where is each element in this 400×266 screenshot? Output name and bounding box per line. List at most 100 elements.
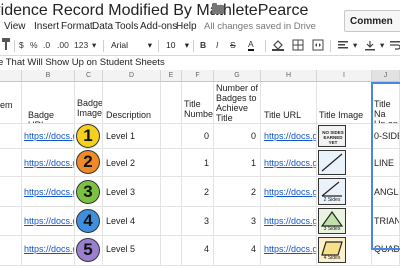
document-title[interactable]: Evidence Record Modified By MathletePear… (0, 0, 308, 22)
decrease-decimal-button[interactable]: .0 (43, 40, 50, 50)
menu-view[interactable]: View (4, 21, 26, 32)
title-name-cell[interactable]: QUADR (372, 236, 400, 266)
title-name-cell[interactable]: LINE (372, 149, 400, 177)
menu-help[interactable]: Help (176, 21, 197, 32)
currency-format-button[interactable]: $ (19, 40, 24, 50)
valign-bottom-icon[interactable] (364, 39, 376, 53)
wrap-text-icon[interactable] (390, 39, 400, 53)
table-cell[interactable] (0, 177, 22, 207)
borders-icon[interactable] (292, 39, 304, 53)
title-number-cell[interactable]: 3 (182, 207, 214, 236)
align-left-icon[interactable] (337, 39, 349, 53)
column-header-h[interactable]: H (261, 70, 317, 82)
title-number-cell[interactable]: 2 (182, 177, 214, 207)
title-number-cell[interactable]: 1 (182, 149, 214, 177)
title-url-cell[interactable]: https://docs.goog (261, 149, 317, 177)
folder-icon[interactable] (212, 3, 224, 14)
column-header-a[interactable] (0, 70, 22, 82)
italic-button[interactable]: I (216, 40, 218, 50)
table-cell[interactable] (161, 177, 182, 207)
badge-image-cell[interactable]: 4 (75, 207, 103, 236)
description-cell[interactable]: Level 4 (103, 207, 161, 236)
title-url-cell[interactable]: https://docs.goog (261, 236, 317, 266)
header-cell-a[interactable]: em (0, 82, 22, 124)
description-cell[interactable]: Level 5 (103, 236, 161, 266)
chevron-down-icon[interactable]: ▾ (353, 40, 357, 51)
badges-needed-cell[interactable]: 3 (214, 207, 261, 236)
header-cell-badge-url[interactable]: Badge URL (22, 82, 75, 124)
chevron-down-icon[interactable]: ▾ (380, 40, 384, 51)
formula-bar-content[interactable]: e That Will Show Up on Student Sheets (0, 57, 165, 68)
menu-format[interactable]: Format (61, 21, 93, 32)
table-cell[interactable] (161, 236, 182, 266)
menu-tools[interactable]: Tools (115, 21, 138, 32)
badge-image-cell[interactable]: 1 (75, 124, 103, 149)
text-color-button[interactable]: A (248, 40, 254, 51)
menu-data[interactable]: Data (92, 21, 113, 32)
badges-needed-cell[interactable]: 1 (214, 149, 261, 177)
title-url-cell[interactable]: https://docs.goog (261, 177, 317, 207)
column-header-e[interactable]: E (161, 70, 182, 82)
font-select[interactable]: Arial ▾ (111, 39, 152, 52)
column-header-d[interactable]: D (103, 70, 161, 82)
column-header-j[interactable]: J (372, 70, 400, 82)
badges-needed-cell[interactable]: 0 (214, 124, 261, 149)
description-cell[interactable]: Level 3 (103, 177, 161, 207)
title-name-cell[interactable]: 0-SIDED (372, 124, 400, 149)
badge-image-cell[interactable]: 3 (75, 177, 103, 207)
badges-needed-cell[interactable]: 4 (214, 236, 261, 266)
header-cell-description[interactable]: Description (103, 82, 161, 124)
header-cell-title-url[interactable]: Title URL (261, 82, 317, 124)
badge-url-cell[interactable]: https://docs.goog (22, 177, 75, 207)
column-header-g[interactable]: G (214, 70, 261, 82)
badge-url-cell[interactable]: https://docs.goog (22, 207, 75, 236)
number-format-button[interactable]: 123 (74, 40, 88, 50)
description-cell[interactable]: Level 1 (103, 124, 161, 149)
title-image-cell[interactable]: 3 Sides (317, 207, 372, 236)
title-image-cell[interactable]: 2 Sides (317, 177, 372, 207)
title-name-cell[interactable]: TRIANG (372, 207, 400, 236)
percent-format-button[interactable]: % (30, 40, 38, 50)
increase-decimal-button[interactable]: .00 (57, 40, 69, 50)
font-size-select[interactable]: 10 ▾ (166, 39, 189, 52)
title-url-cell[interactable]: https://docs.goog (261, 124, 317, 149)
column-header-c[interactable]: C (75, 70, 103, 82)
title-url-cell[interactable]: https://docs.goog (261, 207, 317, 236)
menu-insert[interactable]: Insert (34, 21, 59, 32)
column-header-i[interactable]: I (317, 70, 372, 82)
header-cell-badge-image[interactable]: Badge Image (75, 82, 103, 124)
header-cell-e[interactable] (161, 82, 182, 124)
badge-image-cell[interactable]: 2 (75, 149, 103, 177)
title-name-cell[interactable]: ANGLE (372, 177, 400, 207)
title-image-cell[interactable]: NO SIDES EARNED YET (317, 124, 372, 149)
column-header-f[interactable]: F (182, 70, 214, 82)
badge-url-cell[interactable]: https://docs.goog (22, 149, 75, 177)
table-cell[interactable] (0, 207, 22, 236)
strikethrough-button[interactable]: S (230, 40, 236, 50)
merge-cells-icon[interactable] (312, 39, 324, 53)
menu-addons[interactable]: Add-ons (140, 21, 177, 32)
header-cell-title-image[interactable]: Title Image (317, 82, 372, 124)
description-cell[interactable]: Level 2 (103, 149, 161, 177)
paint-format-icon[interactable] (2, 38, 10, 52)
header-cell-title-number[interactable]: Title Number (182, 82, 214, 124)
badges-needed-cell[interactable]: 2 (214, 177, 261, 207)
title-number-cell[interactable]: 0 (182, 124, 214, 149)
bold-button[interactable]: B (200, 40, 206, 50)
title-number-cell[interactable]: 4 (182, 236, 214, 266)
fill-color-icon[interactable] (272, 39, 284, 53)
chevron-down-icon[interactable]: ▾ (92, 40, 96, 51)
table-cell[interactable] (0, 124, 22, 149)
badge-url-cell[interactable]: https://docs.goog (22, 236, 75, 266)
table-cell[interactable] (0, 149, 22, 177)
table-cell[interactable] (161, 207, 182, 236)
header-cell-title-name[interactable]: Title Na Up on S (372, 82, 400, 124)
table-cell[interactable] (161, 124, 182, 149)
table-cell[interactable] (0, 236, 22, 266)
table-cell[interactable] (161, 149, 182, 177)
title-image-cell[interactable]: 4 Sides (317, 236, 372, 266)
formula-bar[interactable]: e That Will Show Up on Student Sheets (0, 55, 400, 71)
column-header-b[interactable]: B (22, 70, 75, 82)
title-image-cell[interactable] (317, 149, 372, 177)
badge-url-cell[interactable]: https://docs.goog (22, 124, 75, 149)
